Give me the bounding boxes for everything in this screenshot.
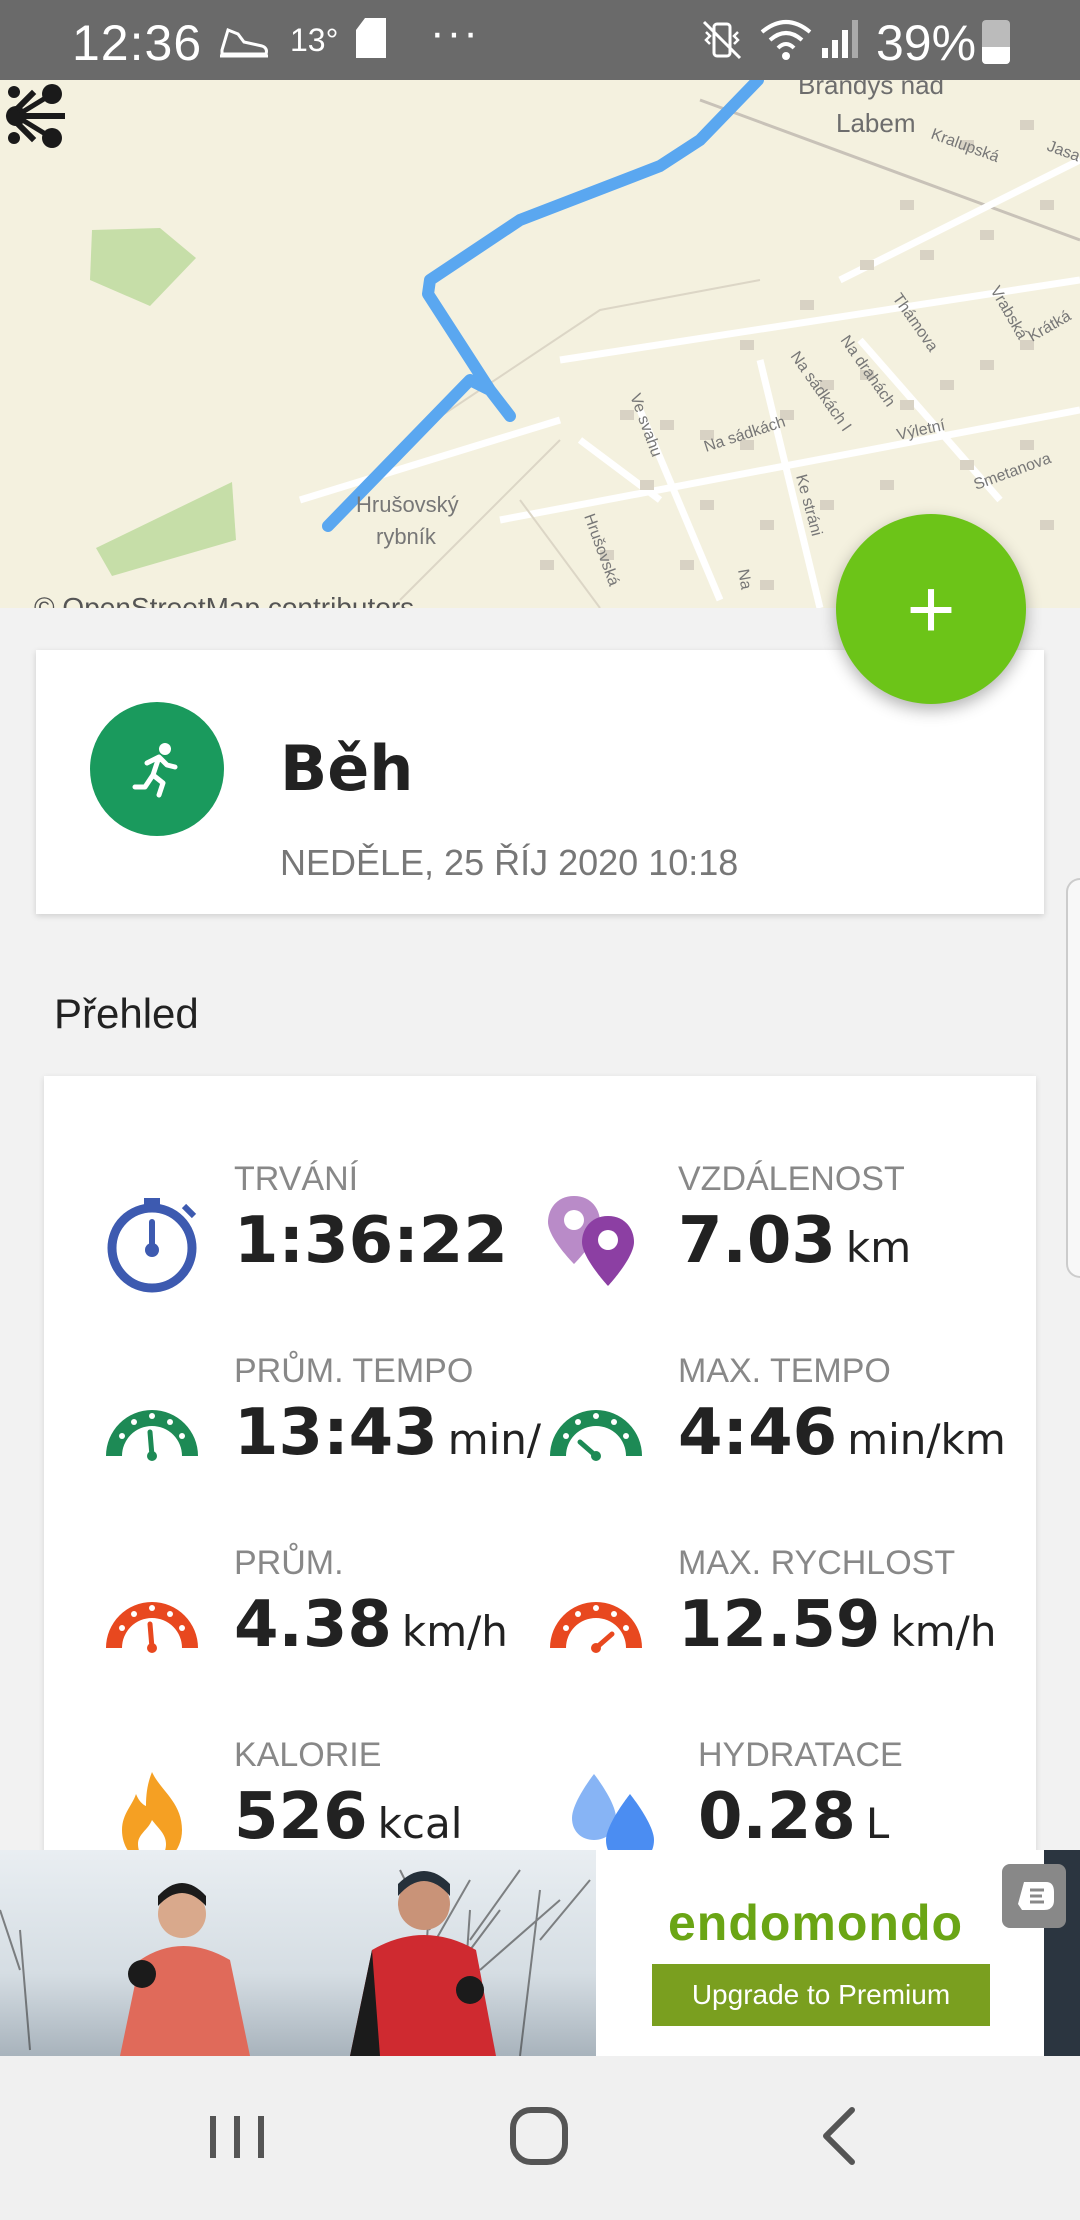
map-attribution[interactable]: © OpenStreetMap contributors — [34, 592, 414, 608]
back-nav-icon[interactable] — [796, 2096, 886, 2176]
gauge-fast-icon — [550, 1410, 642, 1461]
stat-value: 12.59 km/h — [678, 1588, 997, 1662]
ad-choices-icon[interactable] — [1002, 1864, 1066, 1928]
map-label-street: Smetanova — [972, 450, 1054, 494]
speedometer-max-icon — [550, 1602, 642, 1653]
stat-label: HYDRATACE — [698, 1736, 903, 1774]
stat-value: 4:46 min/km — [678, 1396, 1006, 1470]
water-drops-icon — [572, 1774, 654, 1856]
flame-icon — [122, 1772, 182, 1856]
park-area — [90, 228, 196, 306]
stat-value: 4.38 km/h — [234, 1588, 508, 1662]
more-vert-icon[interactable] — [0, 80, 28, 150]
battery-percent: 39% — [876, 15, 977, 71]
system-nav-bar — [0, 2056, 1080, 2220]
sd-card-icon — [356, 18, 386, 58]
signal-icon — [822, 20, 858, 58]
sport-badge — [90, 702, 224, 836]
speedometer-icon — [106, 1602, 198, 1653]
stat-label: KALORIE — [234, 1736, 382, 1774]
recent-apps-icon[interactable] — [192, 2096, 282, 2176]
add-button[interactable]: + — [836, 514, 1026, 704]
shoe-icon — [220, 27, 268, 58]
map-label-pond: rybník — [376, 524, 437, 549]
map-label-town: Brandýs nad — [798, 80, 944, 100]
home-icon[interactable] — [494, 2096, 584, 2176]
edge-panel-handle[interactable] — [1066, 878, 1080, 1278]
route-path — [322, 80, 764, 532]
map-label-pond: Hrušovský — [356, 492, 459, 517]
workout-date: NEDĚLE, 25 ŘÍJ 2020 10:18 — [280, 842, 739, 883]
stat-label: PRŮM. TEMPO — [234, 1352, 474, 1390]
stat-value: 0.28 L — [698, 1780, 890, 1854]
sport-name: Běh — [280, 732, 414, 805]
ad-banner[interactable]: endomondo Upgrade to Premium — [0, 1850, 1080, 2056]
stat-label: MAX. TEMPO — [678, 1352, 891, 1390]
stat-value: 526 kcal — [234, 1780, 463, 1854]
wifi-icon — [760, 20, 812, 60]
stopwatch-icon — [107, 1198, 197, 1293]
map-label-street: Hrušovská — [580, 512, 622, 589]
ad-runners-image — [0, 1850, 596, 2056]
map-label-street: Na sádkách I — [787, 349, 854, 435]
vibrate-icon — [702, 20, 742, 60]
gauge-slow-icon — [106, 1410, 198, 1461]
stat-label: VZDÁLENOST — [678, 1160, 905, 1198]
map-label-street: Krátká — [1026, 308, 1075, 346]
stat-value: 13:43 min/ — [234, 1396, 542, 1470]
battery-icon — [982, 20, 1010, 64]
upgrade-premium-button[interactable]: Upgrade to Premium — [652, 1964, 990, 2026]
map-label-street: Kralupská — [929, 126, 1002, 166]
plus-icon: + — [906, 561, 956, 656]
running-icon — [132, 743, 178, 798]
stat-label: PRŮM. — [234, 1544, 344, 1582]
park-area — [96, 482, 236, 576]
map-label-street: Ve svahu — [626, 392, 664, 460]
overview-title: Přehled — [54, 990, 199, 1037]
location-pins-icon — [548, 1196, 634, 1286]
more-notifications-icon: ··· — [430, 8, 480, 57]
status-time: 12:36 — [72, 15, 203, 71]
map-label-street: Na — [734, 568, 754, 591]
stat-label: TRVÁNÍ — [234, 1160, 359, 1198]
status-temperature: 13° — [290, 22, 339, 58]
endomondo-logo: endomondo — [668, 1895, 964, 1951]
stat-value: 7.03 km — [678, 1204, 912, 1278]
map-label-town: Labem — [836, 108, 916, 138]
overview-stats-card: TRVÁNÍ 1:36:22 VZDÁLENOST 7.03 km PRŮM. T… — [44, 1076, 1036, 1856]
stat-value: 1:36:22 — [234, 1204, 508, 1278]
stat-label: MAX. RYCHLOST — [678, 1544, 956, 1582]
status-bar: 12:36 13° ··· 39% — [0, 0, 1080, 80]
map-label-street: Jasa — [1045, 138, 1080, 166]
